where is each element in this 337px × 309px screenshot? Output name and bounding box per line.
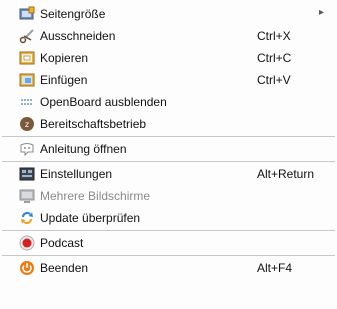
menu-item-hide-openboard[interactable]: OpenBoard ausblenden	[0, 91, 337, 113]
menu-item-paste[interactable]: Einfügen Ctrl+V	[0, 69, 337, 91]
menu-item-label: Ausschneiden	[40, 29, 116, 43]
shortcut-label: Ctrl+V	[257, 73, 291, 87]
settings-icon	[19, 166, 35, 182]
menu-item-check-update[interactable]: Update überprüfen	[0, 207, 337, 229]
menu-item-open-tutorial[interactable]: Anleitung öffnen	[0, 138, 337, 160]
menu-item-page-size[interactable]: Seitengröße ▸	[0, 3, 337, 25]
menu-separator	[2, 255, 335, 256]
menu-item-label: Seitengröße	[40, 7, 106, 21]
svg-text:z: z	[25, 120, 29, 129]
menu-item-label: Bereitschaftsbetrieb	[40, 117, 147, 131]
menu-item-label: Mehrere Bildschirme	[40, 189, 151, 203]
menu-separator	[2, 136, 335, 137]
menu-item-label: Kopieren	[40, 51, 89, 65]
update-icon	[19, 210, 35, 226]
menu-item-standby[interactable]: z Bereitschaftsbetrieb	[0, 113, 337, 135]
menu-item-quit[interactable]: Beenden Alt+F4	[0, 257, 337, 279]
menu-item-settings[interactable]: Einstellungen Alt+Return	[0, 163, 337, 185]
shortcut-label: Ctrl+C	[257, 51, 292, 65]
menu-item-cut[interactable]: Ausschneiden Ctrl+X	[0, 25, 337, 47]
menu-item-label: OpenBoard ausblenden	[40, 95, 167, 109]
record-icon	[19, 235, 35, 251]
hide-dots-icon	[19, 94, 35, 110]
menu-item-label: Beenden	[40, 261, 89, 275]
paste-icon	[19, 72, 35, 88]
tutorial-icon	[19, 141, 35, 157]
shortcut-label: Alt+Return	[257, 167, 315, 181]
menu-item-multiple-screens[interactable]: Mehrere Bildschirme	[0, 185, 337, 207]
shortcut-label: Alt+F4	[257, 261, 293, 275]
menu-item-label: Update überprüfen	[40, 211, 141, 225]
menu-separator	[2, 230, 335, 231]
menu-item-label: Einstellungen	[40, 167, 113, 181]
monitor-icon	[19, 188, 35, 204]
power-icon	[19, 260, 35, 276]
context-menu: Seitengröße ▸ Ausschneiden Ctrl+X Kopier…	[0, 0, 337, 309]
menu-item-label: Anleitung öffnen	[40, 142, 127, 156]
scissors-icon	[19, 28, 35, 44]
menu-item-podcast[interactable]: Podcast	[0, 232, 337, 254]
standby-icon: z	[19, 116, 35, 132]
submenu-arrow-icon: ▸	[319, 7, 325, 18]
menu-item-label: Einfügen	[40, 73, 88, 87]
menu-item-label: Podcast	[40, 236, 84, 250]
menu-separator	[2, 161, 335, 162]
page-size-icon	[19, 6, 35, 22]
menu-item-copy[interactable]: Kopieren Ctrl+C	[0, 47, 337, 69]
copy-icon	[19, 50, 35, 66]
shortcut-label: Ctrl+X	[257, 29, 291, 43]
